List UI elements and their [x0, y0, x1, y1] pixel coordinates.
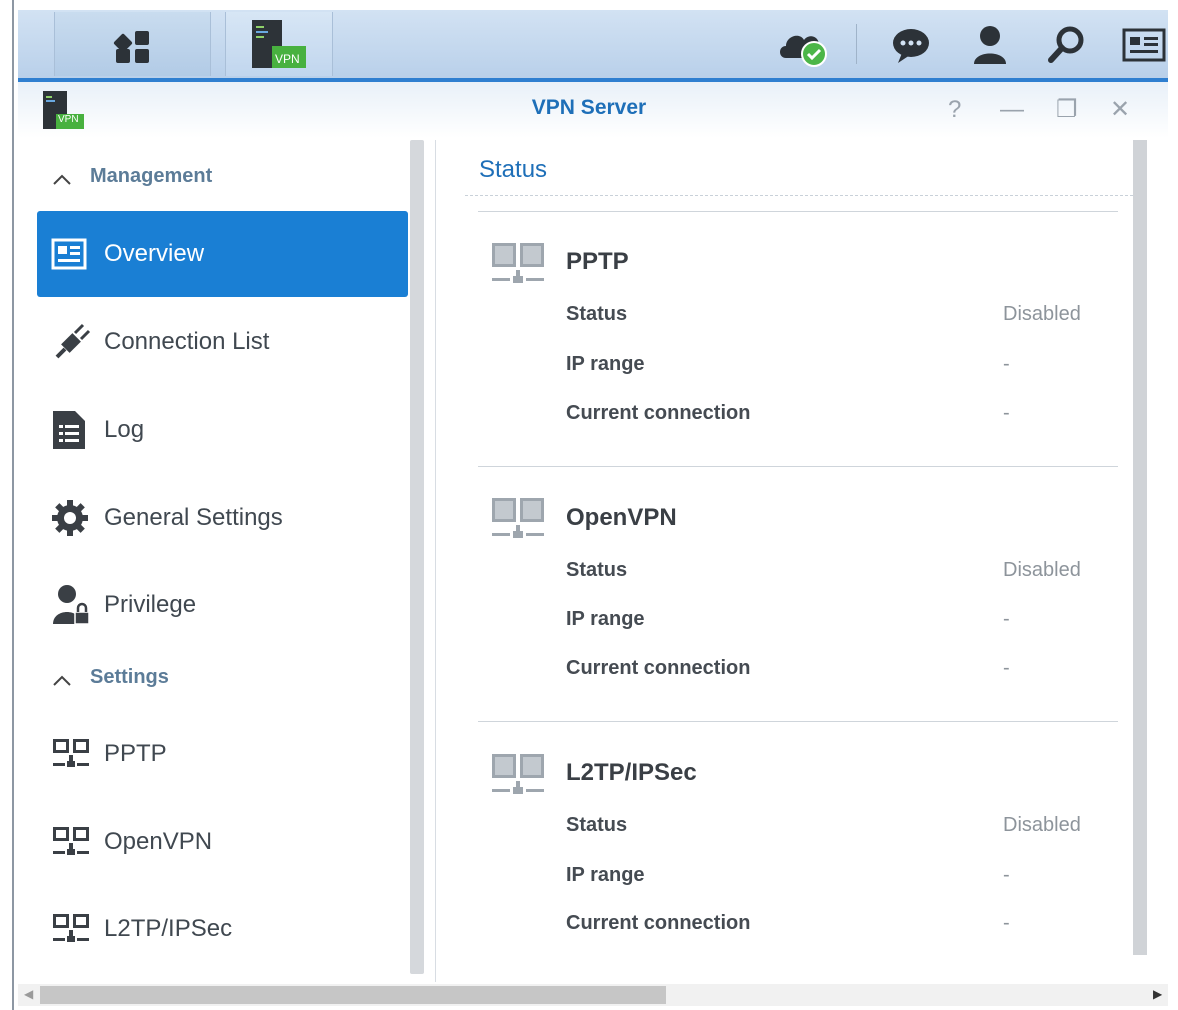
row-label: Status	[566, 303, 628, 325]
row-value: -	[1003, 864, 1010, 886]
tray-separator	[856, 24, 857, 64]
network-icon	[53, 827, 89, 855]
search-icon[interactable]	[1046, 24, 1088, 66]
network-icon	[492, 754, 544, 794]
chevron-up-icon[interactable]	[52, 172, 72, 186]
row-value: -	[1003, 657, 1010, 679]
plug-icon	[55, 323, 91, 359]
close-button[interactable]: ✕	[1110, 96, 1130, 124]
sidebar-item-connection-list[interactable]: Connection List	[37, 299, 408, 385]
network-icon	[492, 498, 544, 538]
scroll-left-arrow-icon[interactable]: ◀	[24, 987, 33, 1001]
vpn-badge-text: VPN	[275, 52, 300, 66]
pane-divider	[435, 140, 436, 982]
row-value: Disabled	[1003, 303, 1081, 325]
sidebar-item-label: OpenVPN	[104, 828, 213, 855]
sidebar-item-label: Privilege	[104, 591, 197, 618]
sidebar-item-log[interactable]: Log	[37, 387, 408, 473]
sidebar-item-label: Log	[104, 416, 145, 443]
row-value: -	[1003, 912, 1010, 934]
row-value: Disabled	[1003, 559, 1081, 581]
user-icon[interactable]	[970, 24, 1010, 66]
protocol-title: PPTP	[566, 248, 629, 275]
sidebar-item-pptp[interactable]: PPTP	[37, 711, 408, 797]
row-label: Status	[566, 559, 628, 581]
sidebar-item-openvpn[interactable]: OpenVPN	[37, 799, 408, 885]
row-label: IP range	[566, 608, 645, 630]
help-button[interactable]: ?	[948, 96, 961, 124]
row-value: -	[1003, 608, 1010, 630]
sidebar-item-overview[interactable]: Overview	[37, 211, 408, 297]
row-label: Status	[566, 814, 628, 836]
row-value: -	[1003, 402, 1010, 424]
row-label: IP range	[566, 353, 645, 375]
page-title: Status	[479, 156, 548, 183]
row-value: -	[1003, 353, 1010, 375]
sidebar-item-label: Connection List	[104, 328, 270, 355]
protocol-title: OpenVPN	[566, 504, 677, 531]
gear-icon	[52, 500, 88, 536]
main-menu-button[interactable]	[54, 12, 211, 76]
section-divider	[478, 721, 1118, 722]
widgets-icon[interactable]	[1122, 28, 1166, 62]
sidebar-scrollbar[interactable]	[410, 140, 424, 974]
minimize-button[interactable]: —	[1000, 96, 1024, 124]
network-icon	[53, 914, 89, 942]
network-icon	[492, 243, 544, 283]
sidebar-item-label: L2TP/IPSec	[104, 915, 233, 942]
window-frame-edge	[12, 0, 14, 1010]
taskbar: VPN	[18, 10, 1168, 82]
row-value: Disabled	[1003, 814, 1081, 836]
section-management[interactable]: Management	[90, 165, 212, 188]
row-label: Current connection	[566, 657, 751, 679]
row-label: Current connection	[566, 402, 751, 424]
protocol-title: L2TP/IPSec	[566, 759, 697, 786]
scroll-right-arrow-icon[interactable]: ▶	[1153, 987, 1162, 1001]
horizontal-scroll-thumb[interactable]	[40, 986, 666, 1004]
title-underline	[465, 195, 1133, 196]
section-settings[interactable]: Settings	[90, 666, 169, 689]
network-icon	[53, 739, 89, 767]
chat-icon[interactable]	[890, 26, 932, 66]
cloud-sync-icon[interactable]	[776, 24, 832, 70]
grid-menu-icon	[113, 31, 149, 63]
section-divider	[478, 211, 1118, 212]
restore-button[interactable]: ❐	[1056, 96, 1078, 124]
sidebar-item-label: General Settings	[104, 504, 283, 531]
row-label: Current connection	[566, 912, 751, 934]
sidebar-item-general-settings[interactable]: General Settings	[37, 475, 408, 561]
sidebar-item-l2tp-ipsec[interactable]: L2TP/IPSec	[37, 886, 408, 972]
user-lock-icon	[53, 585, 90, 625]
section-divider	[478, 466, 1118, 467]
sidebar-item-label: PPTP	[104, 740, 167, 767]
sidebar-item-label: Overview	[104, 240, 205, 267]
overview-card-icon	[51, 238, 87, 270]
sidebar-item-privilege[interactable]: Privilege	[37, 562, 408, 648]
vpn-server-taskbar-button[interactable]: VPN	[225, 12, 333, 76]
log-document-icon	[53, 411, 85, 449]
chevron-up-icon[interactable]	[52, 673, 72, 687]
main-scrollbar[interactable]	[1133, 140, 1147, 955]
row-label: IP range	[566, 864, 645, 886]
